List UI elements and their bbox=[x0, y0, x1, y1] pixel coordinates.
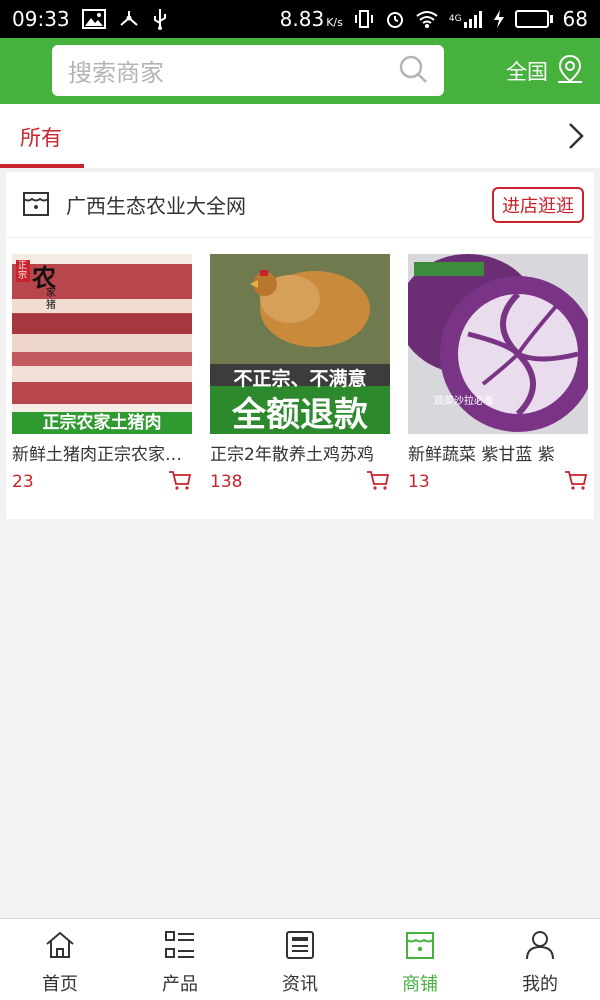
nav-mine-label: 我的 bbox=[522, 974, 558, 995]
product-image-sub-text: 家猪 bbox=[46, 288, 56, 311]
category-tab-bar: 所有 bbox=[0, 104, 600, 168]
network-speed: 8.83 K/s bbox=[279, 7, 343, 31]
product-card[interactable]: 正宗 农 家猪 正宗农家土猪肉 新鲜土猪肉正宗农家土猪肉 23 bbox=[12, 254, 192, 495]
shop-card[interactable]: 广西生态农业大全网 进店逛逛 正宗 农 家猪 正宗农家土猪肉 新鲜土猪肉正宗农家… bbox=[6, 172, 594, 519]
nav-home[interactable]: 首页 bbox=[0, 919, 120, 1000]
shop-name: 广西生态农业大全网 bbox=[66, 194, 246, 218]
nav-shops[interactable]: 商铺 bbox=[360, 919, 480, 1000]
product-title: 新鲜土猪肉正宗农家土猪肉 bbox=[12, 445, 192, 465]
tab-active-indicator bbox=[0, 164, 84, 168]
usb-icon bbox=[152, 8, 168, 30]
home-icon bbox=[44, 929, 76, 966]
product-image-pork[interactable]: 正宗 农 家猪 正宗农家土猪肉 bbox=[12, 254, 192, 434]
shop-icon bbox=[404, 929, 436, 966]
tab-all[interactable]: 所有 bbox=[0, 104, 84, 168]
charging-icon bbox=[493, 9, 505, 29]
nav-news-label: 资讯 bbox=[282, 974, 318, 995]
chevron-right-icon[interactable] bbox=[560, 121, 590, 151]
cart-icon[interactable] bbox=[564, 469, 588, 495]
nav-home-label: 首页 bbox=[42, 974, 78, 995]
nav-news[interactable]: 资讯 bbox=[240, 919, 360, 1000]
product-image-caption: 正宗农家土猪肉 bbox=[42, 413, 162, 433]
tab-all-label: 所有 bbox=[20, 126, 62, 150]
bottom-nav: 首页 产品 资讯 商铺 我的 bbox=[0, 918, 600, 1000]
product-image-chicken[interactable]: 不正宗、不满意 全额退款 bbox=[210, 254, 390, 434]
status-time: 09:33 bbox=[12, 7, 70, 31]
visit-shop-button[interactable]: 进店逛逛 bbox=[492, 186, 584, 223]
product-title: 正宗2年散养土鸡苏鸡 bbox=[210, 445, 374, 465]
signal-icon: 4G bbox=[449, 10, 483, 28]
nav-products[interactable]: 产品 bbox=[120, 919, 240, 1000]
nav-products-label: 产品 bbox=[162, 974, 198, 995]
image-notification-icon bbox=[81, 9, 106, 29]
battery-percent: 68 bbox=[562, 7, 588, 31]
battery-icon bbox=[514, 10, 553, 28]
news-icon bbox=[284, 929, 316, 966]
shop-header: 广西生态农业大全网 进店逛逛 bbox=[6, 172, 594, 238]
alarm-icon bbox=[385, 9, 405, 29]
product-list: 正宗 农 家猪 正宗农家土猪肉 新鲜土猪肉正宗农家土猪肉 23 bbox=[12, 254, 588, 495]
cart-icon[interactable] bbox=[366, 469, 390, 495]
store-icon bbox=[20, 187, 52, 223]
share-icon bbox=[118, 9, 140, 29]
search-icon[interactable] bbox=[398, 54, 428, 88]
product-price: 23 bbox=[12, 472, 34, 492]
search-placeholder: 搜索商家 bbox=[68, 59, 164, 87]
nav-mine[interactable]: 我的 bbox=[480, 919, 600, 1000]
product-image-caption: 蔬菜沙拉必备 bbox=[434, 396, 494, 407]
product-card[interactable]: 蔬菜沙拉必备 新鲜蔬菜 紫甘蓝 紫 13 bbox=[408, 254, 588, 495]
product-card[interactable]: 不正宗、不满意 全额退款 正宗2年散养土鸡苏鸡 138 bbox=[210, 254, 390, 495]
list-icon bbox=[164, 929, 196, 966]
nav-shops-label: 商铺 bbox=[402, 974, 438, 995]
user-icon bbox=[524, 929, 556, 966]
region-label: 全国 bbox=[506, 60, 548, 84]
product-title: 新鲜蔬菜 紫甘蓝 紫 bbox=[408, 445, 555, 465]
cart-icon[interactable] bbox=[168, 469, 192, 495]
product-price: 13 bbox=[408, 472, 430, 492]
product-price: 138 bbox=[210, 472, 243, 492]
location-pin-icon bbox=[556, 54, 584, 89]
search-input[interactable]: 搜索商家 bbox=[52, 45, 444, 96]
status-bar: 09:33 8.83 K/s 4G 68 bbox=[0, 0, 600, 38]
product-image-cabbage[interactable]: 蔬菜沙拉必备 bbox=[408, 254, 588, 434]
region-selector[interactable]: 全国 bbox=[506, 51, 584, 91]
product-image-badge: 正宗 bbox=[16, 260, 30, 282]
vibrate-icon bbox=[353, 9, 375, 29]
product-image-line2: 全额退款 bbox=[232, 395, 368, 434]
header-bar: 搜索商家 全国 bbox=[0, 38, 600, 104]
wifi-icon bbox=[415, 9, 439, 29]
